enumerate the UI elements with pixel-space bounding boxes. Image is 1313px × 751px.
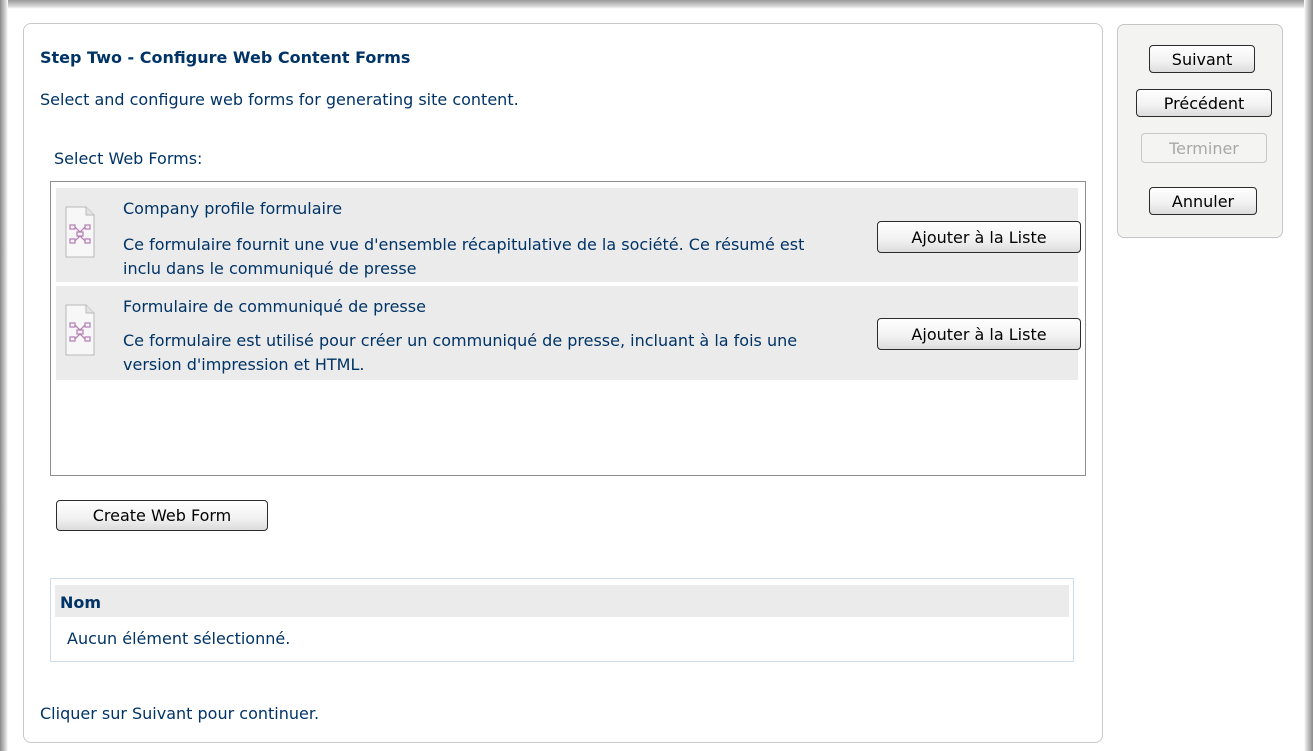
create-web-form-button[interactable]: Create Web Form <box>56 500 268 531</box>
web-form-icon <box>65 206 95 258</box>
selected-forms-table: Nom Aucun élément sélectionné. <box>50 578 1074 662</box>
window-frame-left <box>0 0 8 751</box>
web-form-row: Formulaire de communiqué de presse Ce fo… <box>56 286 1081 380</box>
window-frame-top <box>0 0 1313 9</box>
window-frame-right <box>1304 0 1313 751</box>
previous-button[interactable]: Précédent <box>1136 89 1272 117</box>
web-form-icon <box>65 304 95 356</box>
web-forms-list: Company profile formulaire Ce formulaire… <box>50 181 1086 476</box>
cancel-button[interactable]: Annuler <box>1149 187 1257 215</box>
finish-button[interactable]: Terminer <box>1141 133 1267 163</box>
page-subtitle: Select and configure web forms for gener… <box>40 90 519 109</box>
add-to-list-button[interactable]: Ajouter à la Liste <box>877 318 1081 350</box>
web-form-name: Formulaire de communiqué de presse <box>123 297 426 316</box>
web-form-description: Ce formulaire fournit une vue d'ensemble… <box>123 235 805 278</box>
footer-instruction: Cliquer sur Suivant pour continuer. <box>40 704 320 723</box>
add-to-list-button[interactable]: Ajouter à la Liste <box>877 221 1081 253</box>
column-header-nom: Nom <box>60 593 102 612</box>
select-web-forms-label: Select Web Forms: <box>54 149 203 168</box>
web-form-description: Ce formulaire est utilisé pour créer un … <box>123 331 798 374</box>
web-form-name: Company profile formulaire <box>123 199 343 218</box>
page-title: Step Two - Configure Web Content Forms <box>40 48 411 67</box>
web-form-row: Company profile formulaire Ce formulaire… <box>56 188 1081 282</box>
next-button[interactable]: Suivant <box>1149 45 1255 73</box>
table-header: Nom <box>55 585 1069 617</box>
empty-list-message: Aucun élément sélectionné. <box>67 629 291 648</box>
